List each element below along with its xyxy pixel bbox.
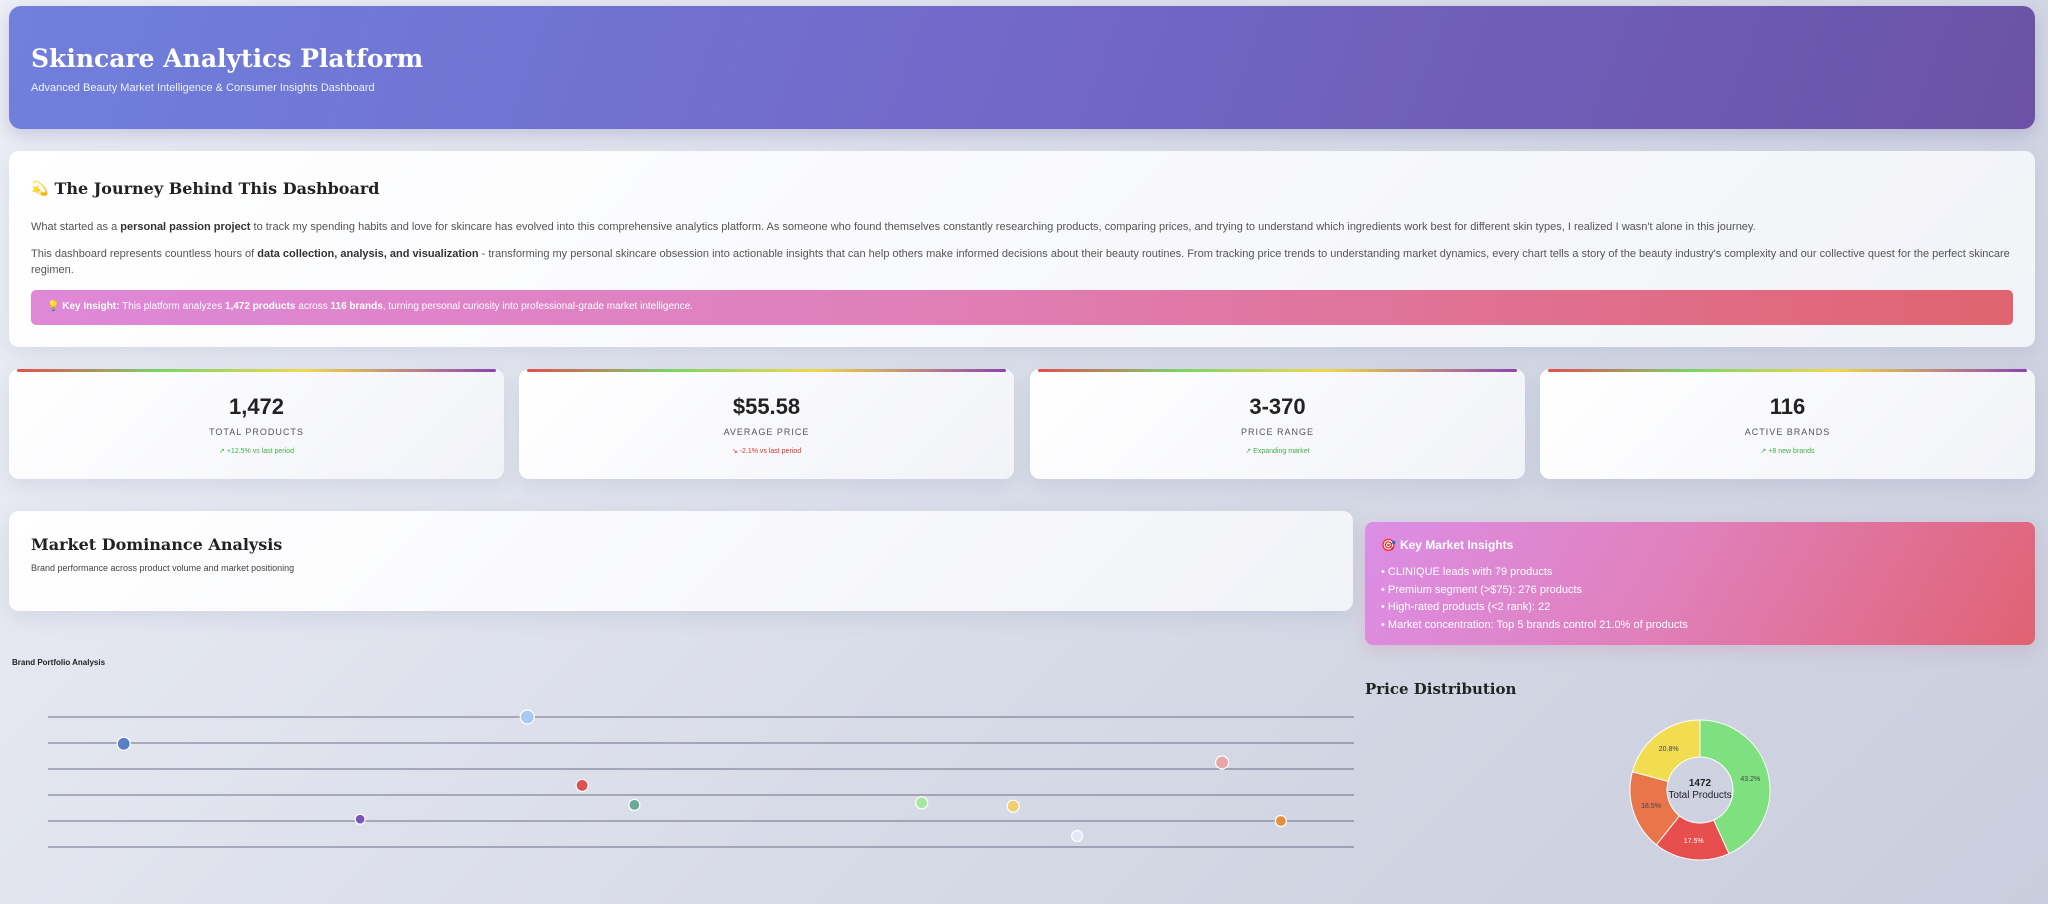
brand-portfolio-title: Brand Portfolio Analysis [12,658,106,667]
target-icon: 🎯 [1381,538,1396,552]
insight-label: Key Insight: [62,301,120,312]
stat-change: ↗ Expanding market [1245,448,1310,455]
market-dominance-card: Market Dominance Analysis Brand performa… [9,511,1353,611]
stat-value: 116 [1769,394,1806,419]
scatter-point[interactable] [1214,755,1230,770]
market-subtitle: Brand performance across product volume … [31,563,295,573]
donut-slice-label: 17.5% [1684,838,1704,845]
stat-value: $55.58 [732,394,801,419]
key-market-insights-panel: 🎯 Key Market Insights • CLINIQUE leads w… [1365,522,2035,645]
donut-center-label: Total Products [1668,790,1731,801]
market-title: Market Dominance Analysis [31,535,283,554]
scatter-point[interactable] [1071,829,1084,843]
stat-card-price-range: 3-370 PRICE RANGE ↗ Expanding market [1030,369,1525,479]
stat-change: ↘ -2.1% vs last period [731,448,802,455]
lightbulb-icon: 💡 [47,301,60,312]
scatter-point[interactable] [575,778,589,792]
stat-value: 3-370 [1249,394,1306,419]
scatter-point[interactable] [1006,799,1020,813]
donut-center-value: 1472 [1689,778,1712,789]
app-subtitle: Advanced Beauty Market Intelligence & Co… [31,82,375,94]
header-banner: Skincare Analytics Platform Advanced Bea… [9,6,2035,129]
scatter-point[interactable] [1274,814,1287,828]
scatter-point[interactable] [519,709,535,725]
scatter-point[interactable] [354,813,366,825]
insights-list: • CLINIQUE leads with 79 products • Prem… [1381,564,1688,634]
stat-card-active-brands: 116 ACTIVE BRANDS ↗ +8 new brands [1540,369,2035,479]
price-distribution-title: Price Distribution [1365,680,1517,698]
insight-item: • Market concentration: Top 5 brands con… [1381,618,1688,631]
stat-label: PRICE RANGE [1240,427,1314,437]
stat-value: 1,472 [228,394,285,419]
insights-title: 🎯 Key Market Insights [1381,538,1514,552]
stat-label: TOTAL PRODUCTS [209,427,304,437]
journey-card: 💫 The Journey Behind This Dashboard What… [9,151,2035,347]
stat-label: AVERAGE PRICE [723,427,810,437]
journey-title: 💫 The Journey Behind This Dashboard [31,179,379,198]
scatter-point[interactable] [116,736,131,751]
donut-slice-label: 20.8% [1659,746,1679,753]
journey-paragraph-2: This dashboard represents countless hour… [31,248,2010,276]
insight-item: • CLINIQUE leads with 79 products [1381,566,1553,578]
stat-change: ↗ +12.5% vs last period [219,448,294,455]
stat-accent-line [17,369,496,372]
price-distribution-chart: 43.2% 17.5% 18.5% 20.8% 1472 Total Products [1629,719,1771,861]
stat-label: ACTIVE BRANDS [1744,427,1831,437]
stat-change: ↗ +8 new brands [1760,448,1815,455]
key-insight-banner: 💡 Key Insight: This platform analyzes 1,… [31,290,2013,325]
scatter-point[interactable] [628,798,641,811]
stat-card-average-price: $55.58 AVERAGE PRICE ↘ -2.1% vs last per… [519,369,1014,479]
stat-accent-line [1548,369,2027,372]
donut-slice-label: 43.2% [1740,776,1760,783]
stat-accent-line [1038,369,1517,372]
journey-paragraph-1: What started as a personal passion proje… [31,221,1756,233]
journey-title-text: The Journey Behind This Dashboard [54,179,380,198]
scatter-point[interactable] [915,796,929,810]
stat-card-total-products: 1,472 TOTAL PRODUCTS ↗ +12.5% vs last pe… [9,369,504,479]
dizzy-star-icon: 💫 [31,180,49,197]
insight-item: • Premium segment (>$75): 276 products [1381,583,1583,596]
app-title: Skincare Analytics Platform [31,44,424,73]
brand-portfolio-chart [48,709,1354,848]
stat-accent-line [527,369,1006,372]
donut-slice-label: 18.5% [1641,803,1661,810]
insight-item: • High-rated products (<2 rank): 22 [1381,601,1551,613]
